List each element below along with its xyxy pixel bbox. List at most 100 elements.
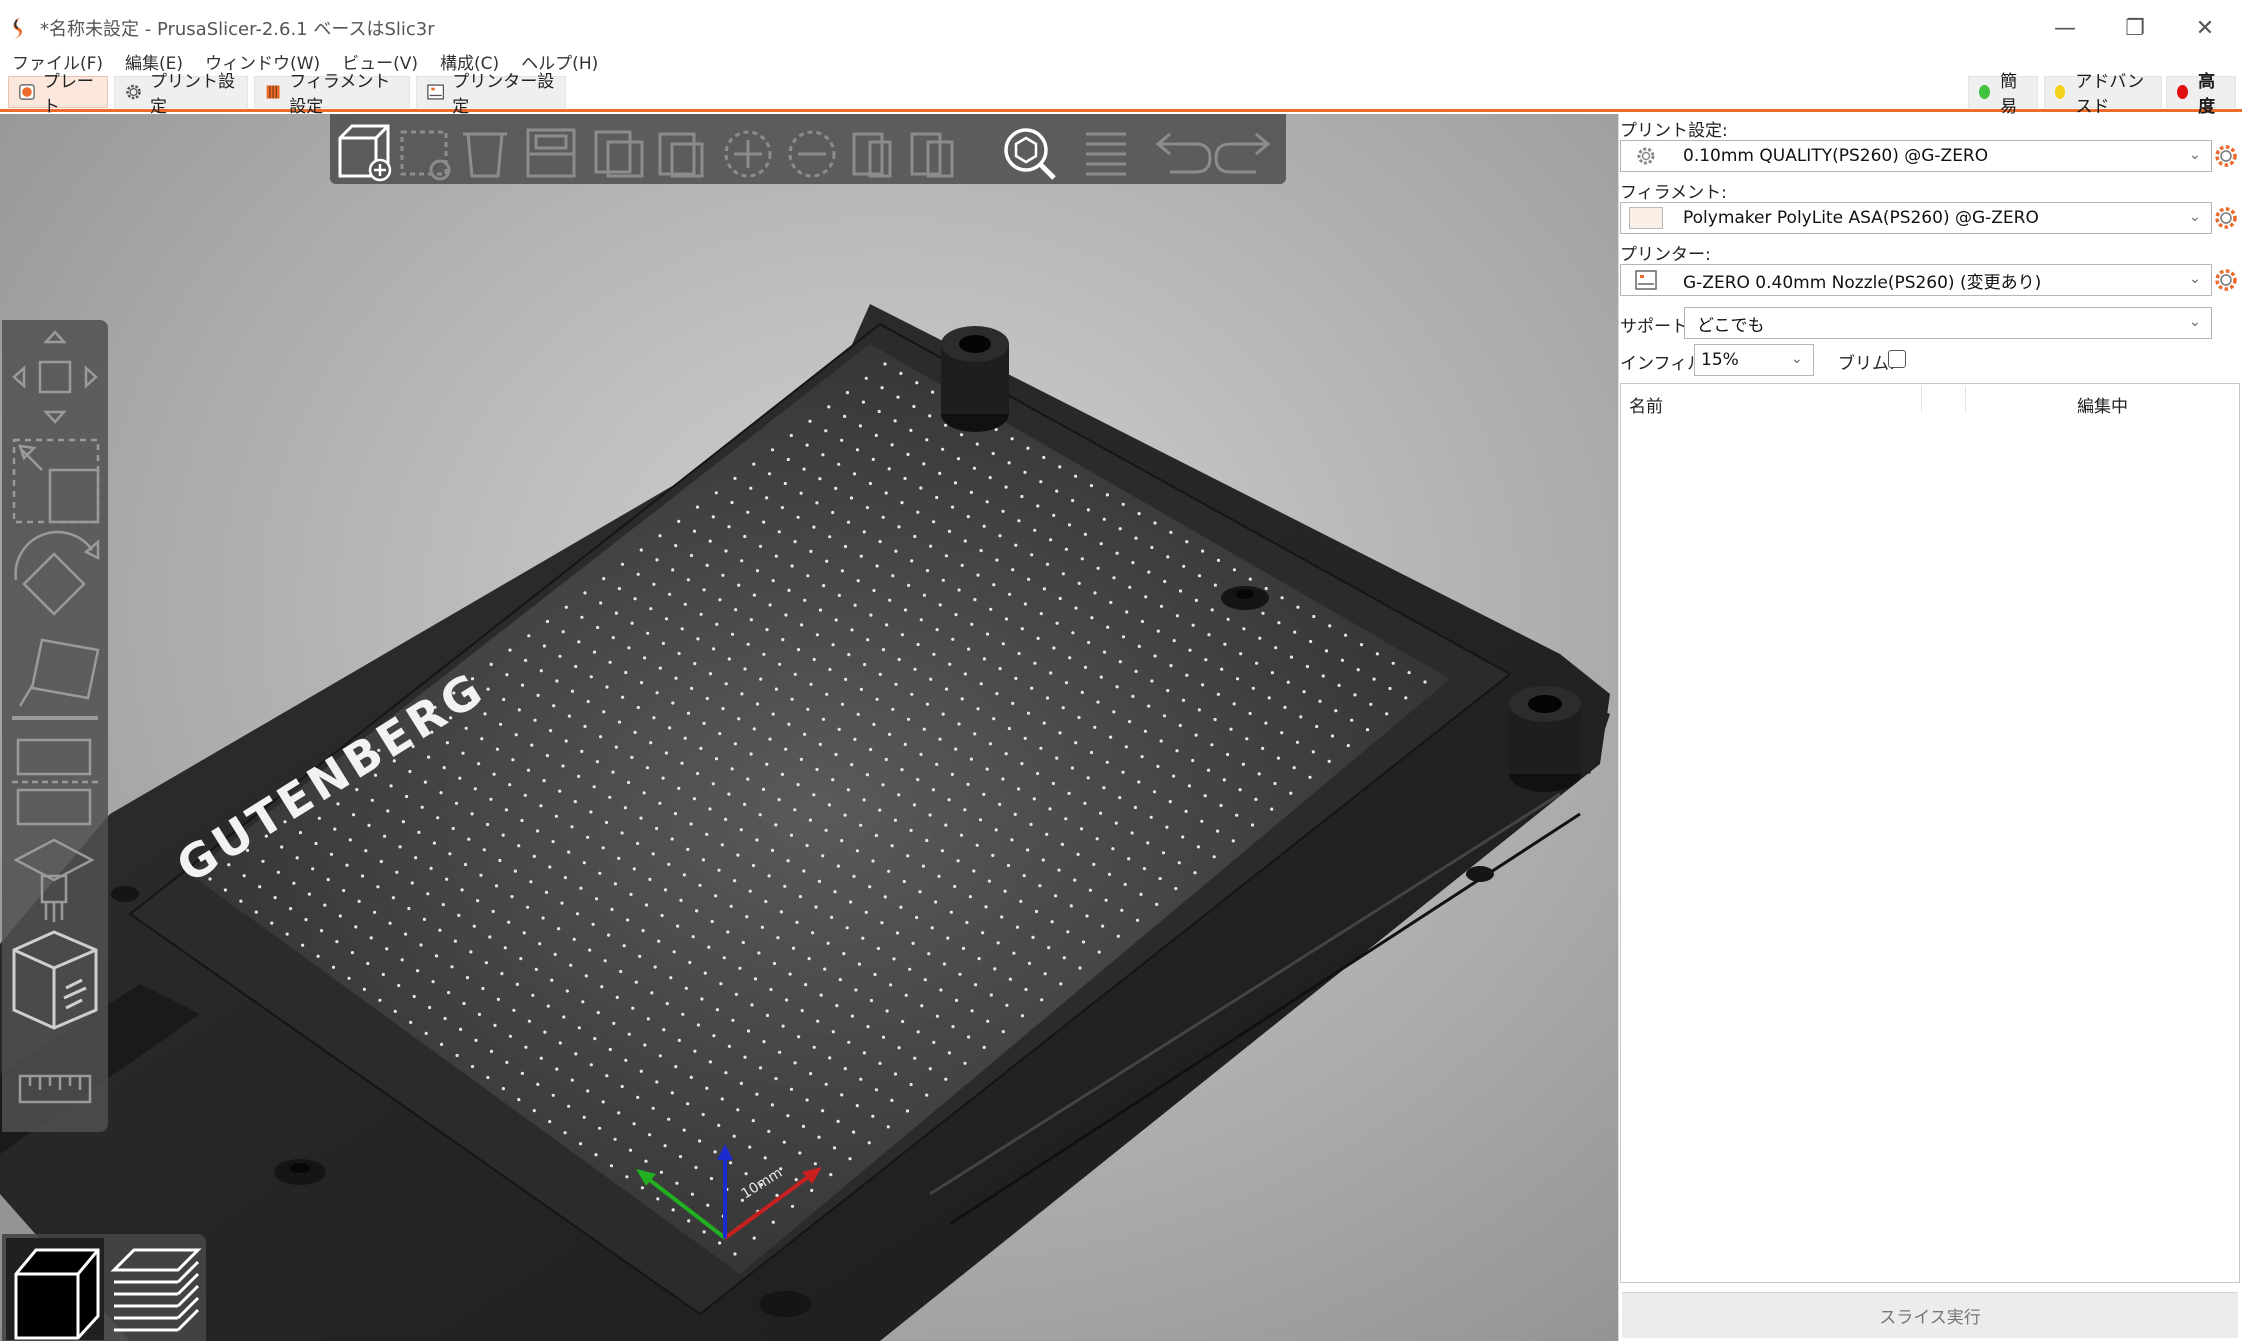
filament-settings-gear-icon[interactable] bbox=[2214, 206, 2238, 230]
bed-dot bbox=[1193, 871, 1197, 875]
bed-dot bbox=[410, 881, 414, 885]
bed-dot bbox=[755, 569, 760, 573]
mode-simple-button[interactable]: 簡易 bbox=[1968, 72, 2038, 117]
print-profile-select[interactable]: 0.10mm QUALITY(PS260) @G-ZERO ⌄ bbox=[1620, 140, 2212, 172]
tab-print-settings[interactable]: プリント設定 bbox=[114, 72, 248, 117]
bed-dot bbox=[1077, 581, 1081, 585]
infill-select[interactable]: 15% ⌄ bbox=[1694, 344, 1814, 376]
object-list[interactable]: 名前 編集中 bbox=[1620, 383, 2240, 1283]
rotate-icon[interactable] bbox=[14, 530, 100, 616]
move-icon[interactable] bbox=[12, 330, 98, 424]
bed-dot bbox=[809, 1072, 813, 1076]
bed-dot bbox=[1052, 646, 1056, 650]
filament-color-swatch bbox=[1629, 207, 1663, 229]
bed-dot bbox=[1175, 614, 1179, 618]
bed-dot bbox=[809, 549, 813, 553]
bed-dot bbox=[707, 945, 711, 949]
bed-dot bbox=[311, 867, 315, 871]
bed-dot bbox=[648, 877, 652, 882]
bed-dot bbox=[765, 1013, 770, 1018]
bed-dot bbox=[761, 787, 766, 792]
copy-icon[interactable] bbox=[594, 130, 644, 178]
bed-dot bbox=[798, 1151, 802, 1155]
bed-dot bbox=[780, 772, 785, 777]
slice-now-button[interactable]: スライス実行 bbox=[1622, 1292, 2238, 1338]
bed-dot bbox=[729, 1161, 733, 1165]
bed-dot bbox=[626, 918, 630, 922]
delete-object-icon[interactable] bbox=[400, 130, 451, 181]
tab-filament-settings[interactable]: フィラメント設定 bbox=[254, 72, 410, 117]
bed-dot bbox=[1149, 815, 1153, 819]
bed-dot bbox=[764, 899, 768, 904]
printer-settings-gear-icon[interactable] bbox=[2214, 268, 2238, 292]
bed-dot bbox=[646, 1017, 650, 1021]
column-name-header[interactable]: 名前 bbox=[1629, 392, 1663, 417]
bed-dot bbox=[663, 1144, 667, 1148]
preview-layers-button[interactable] bbox=[110, 1248, 202, 1332]
bed-dot bbox=[1330, 734, 1335, 738]
arrange-icon[interactable] bbox=[526, 128, 576, 178]
bed-dot bbox=[502, 697, 506, 702]
chevron-down-icon: ⌄ bbox=[2189, 271, 2201, 287]
measure-icon[interactable] bbox=[18, 1074, 92, 1104]
bed-dot bbox=[789, 1087, 794, 1091]
add-object-icon[interactable] bbox=[338, 124, 392, 182]
bed-dot bbox=[916, 642, 920, 647]
view-cube-icon[interactable] bbox=[12, 930, 98, 1030]
column-editing-header[interactable]: 編集中 bbox=[2077, 392, 2128, 417]
bed-dot bbox=[1115, 685, 1119, 689]
bed-dot bbox=[963, 1061, 967, 1065]
delete-all-icon[interactable] bbox=[463, 132, 507, 178]
bed-dot bbox=[1118, 796, 1122, 800]
bed-dot bbox=[720, 1097, 724, 1101]
3d-view-button[interactable] bbox=[6, 1238, 104, 1340]
bed-dot bbox=[748, 889, 752, 893]
gear-icon bbox=[1629, 145, 1663, 167]
print-settings-gear-icon[interactable] bbox=[2214, 144, 2238, 168]
paste-icon[interactable] bbox=[658, 132, 704, 178]
bed-dot bbox=[1008, 592, 1012, 596]
bed-dot bbox=[1092, 862, 1096, 867]
split-parts-icon[interactable] bbox=[910, 132, 954, 178]
bed-dot bbox=[595, 760, 600, 764]
bed-dot bbox=[944, 423, 948, 427]
place-on-face-icon[interactable] bbox=[12, 638, 100, 720]
mode-expert-button[interactable]: 高度 bbox=[2166, 72, 2236, 117]
bed-dot bbox=[779, 910, 784, 914]
redo-icon[interactable] bbox=[1214, 132, 1271, 174]
bed-dot bbox=[958, 972, 962, 976]
cut-icon[interactable] bbox=[12, 738, 98, 826]
bed-dot bbox=[424, 1031, 428, 1035]
mode-advanced-button[interactable]: アドバンスド bbox=[2044, 72, 2162, 117]
bed-dot bbox=[520, 818, 524, 823]
filament-profile-select[interactable]: Polymaker PolyLite ASA(PS260) @G-ZERO ⌄ bbox=[1620, 202, 2212, 234]
paint-supports-icon[interactable] bbox=[13, 838, 95, 922]
search-icon[interactable] bbox=[1004, 128, 1056, 180]
add-instance-icon[interactable] bbox=[724, 130, 772, 178]
bed-dot bbox=[481, 986, 485, 991]
3d-viewport[interactable]: GUTENBERG 10mm bbox=[0, 114, 1618, 1341]
printer-profile-select[interactable]: G-ZERO 0.40mm Nozzle(PS260) (変更あり) ⌄ bbox=[1620, 264, 2212, 296]
undo-icon[interactable] bbox=[1155, 132, 1212, 174]
tab-printer-settings[interactable]: プリンター設定 bbox=[416, 72, 566, 117]
bed-dot bbox=[776, 936, 780, 940]
bed-dot bbox=[239, 899, 243, 903]
bed-dot bbox=[608, 795, 612, 799]
scale-icon[interactable] bbox=[12, 438, 100, 524]
brim-checkbox[interactable] bbox=[1888, 350, 1906, 368]
bed-dot bbox=[1213, 583, 1217, 587]
support-select[interactable]: どこでも ⌄ bbox=[1684, 307, 2212, 339]
bed-dot bbox=[607, 933, 611, 937]
bed-dot bbox=[777, 798, 781, 802]
bed-dot bbox=[476, 899, 480, 903]
layers-editing-icon[interactable] bbox=[1086, 132, 1126, 176]
bed-dot bbox=[712, 647, 716, 651]
tab-plate[interactable]: プレート bbox=[8, 72, 108, 117]
tab-bar: プレート プリント設定 フィラメント設定 プリンター設定 簡易 アドバンスド 高… bbox=[0, 72, 2242, 117]
bed-dot bbox=[869, 613, 873, 617]
bed-dot bbox=[570, 825, 574, 829]
split-objects-icon[interactable] bbox=[852, 132, 892, 178]
bed-dot bbox=[740, 692, 744, 696]
remove-instance-icon[interactable] bbox=[788, 130, 836, 178]
bed-dot bbox=[1015, 925, 1020, 929]
